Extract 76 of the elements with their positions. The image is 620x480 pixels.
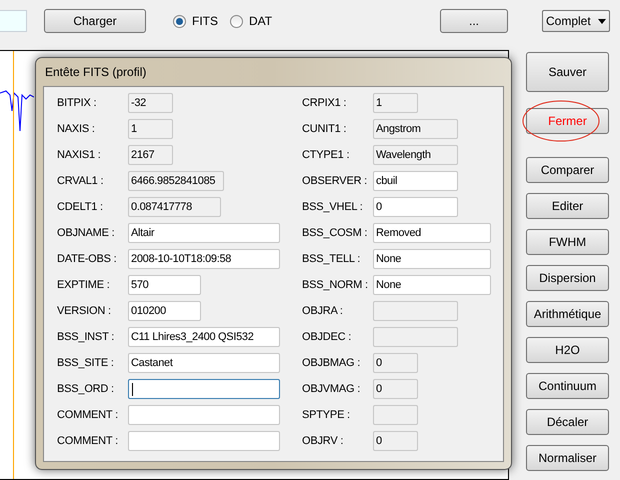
input-field[interactable] (128, 379, 280, 399)
field-label: BSS_ORD : (57, 382, 115, 397)
field-label: OBJVMAG : (302, 382, 362, 397)
input-field[interactable]: 570 (128, 275, 201, 295)
field-label: OBJRA : (302, 304, 344, 319)
field-label: CDELT1 : (57, 200, 104, 215)
input-field[interactable]: 0 (373, 431, 418, 451)
input-field[interactable]: 010200 (128, 301, 201, 321)
side-button[interactable]: H2O (526, 337, 609, 363)
input-field[interactable]: None (373, 275, 491, 295)
field-label: OBSERVER : (302, 174, 368, 189)
dropdown-arrow-icon (598, 18, 606, 24)
field-label: NAXIS : (57, 122, 96, 137)
input-field[interactable]: 6466.9852841085 (128, 171, 224, 191)
input-field[interactable]: 0.087417778 (128, 197, 221, 217)
field-label: BSS_INST : (57, 330, 116, 345)
input-field[interactable]: 1 (128, 119, 173, 139)
input-field[interactable]: 2167 (128, 145, 173, 165)
field-label: BSS_NORM : (302, 278, 369, 293)
input-field[interactable]: 0 (373, 197, 458, 217)
field-label: SPTYPE : (302, 408, 351, 423)
side-button[interactable]: Sauver (526, 52, 609, 92)
input-field[interactable] (373, 301, 458, 321)
side-button[interactable]: Continuum (526, 373, 609, 399)
field-label: OBJDEC : (302, 330, 352, 345)
input-field[interactable]: Castanet (128, 353, 280, 373)
input-field[interactable]: cbuil (373, 171, 458, 191)
input-field[interactable]: 0 (373, 353, 418, 373)
radio-label: FITS (192, 13, 218, 30)
input-field[interactable] (373, 405, 418, 425)
field-label: COMMENT : (57, 408, 119, 423)
input-field[interactable] (128, 431, 280, 451)
input-field[interactable]: None (373, 249, 491, 269)
side-button[interactable]: Normaliser (526, 445, 609, 471)
field-label: NAXIS1 : (57, 148, 102, 163)
input-field[interactable]: C11 Lhires3_2400 QSI532 (128, 327, 280, 347)
input-field[interactable] (128, 405, 280, 425)
side-button[interactable]: Décaler (526, 409, 609, 435)
input-field[interactable]: 2008-10-10T18:09:58 (128, 249, 280, 269)
input-field[interactable]: Angstrom (373, 119, 458, 139)
field-label: OBJRV : (302, 434, 344, 449)
radio-label: DAT (249, 13, 272, 30)
view-dropdown[interactable]: Complet (542, 10, 610, 32)
input-field[interactable]: 0 (373, 379, 418, 399)
field-label: CRVAL1 : (57, 174, 104, 189)
radio-button[interactable] (230, 14, 243, 28)
field-label: CUNIT1 : (302, 122, 348, 137)
side-button[interactable]: FWHM (526, 229, 609, 255)
field-label: CRPIX1 : (302, 96, 348, 111)
field-label: BSS_COSM : (302, 226, 368, 241)
field-label: EXPTIME : (57, 278, 111, 293)
dialog-title: Entête FITS (profil) (45, 64, 146, 81)
input-field[interactable]: Wavelength (373, 145, 458, 165)
field-label: DATE-OBS : (57, 252, 118, 267)
load-button[interactable]: Charger (44, 9, 146, 33)
input-field[interactable]: 1 (373, 93, 418, 113)
field-label: OBJNAME : (57, 226, 116, 241)
field-label: BSS_VHEL : (302, 200, 364, 215)
side-button[interactable]: Arithmétique (526, 301, 609, 327)
side-button[interactable]: Dispersion (526, 265, 609, 291)
browse-button[interactable]: ... (440, 9, 508, 33)
input-field[interactable]: -32 (128, 93, 173, 113)
side-button[interactable]: Comparer (526, 157, 609, 183)
field-label: CTYPE1 : (302, 148, 350, 163)
file-field[interactable] (0, 10, 27, 32)
side-button[interactable]: Editer (526, 193, 609, 219)
radio-button[interactable] (173, 14, 186, 28)
field-label: BITPIX : (57, 96, 98, 111)
field-label: BSS_TELL : (302, 252, 362, 267)
field-label: VERSION : (57, 304, 112, 319)
input-field[interactable]: Removed (373, 223, 491, 243)
input-field[interactable] (373, 327, 458, 347)
input-field[interactable]: Altair (128, 223, 280, 243)
field-label: COMMENT : (57, 434, 119, 449)
field-label: OBJBMAG : (302, 356, 362, 371)
field-label: BSS_SITE : (57, 356, 115, 371)
